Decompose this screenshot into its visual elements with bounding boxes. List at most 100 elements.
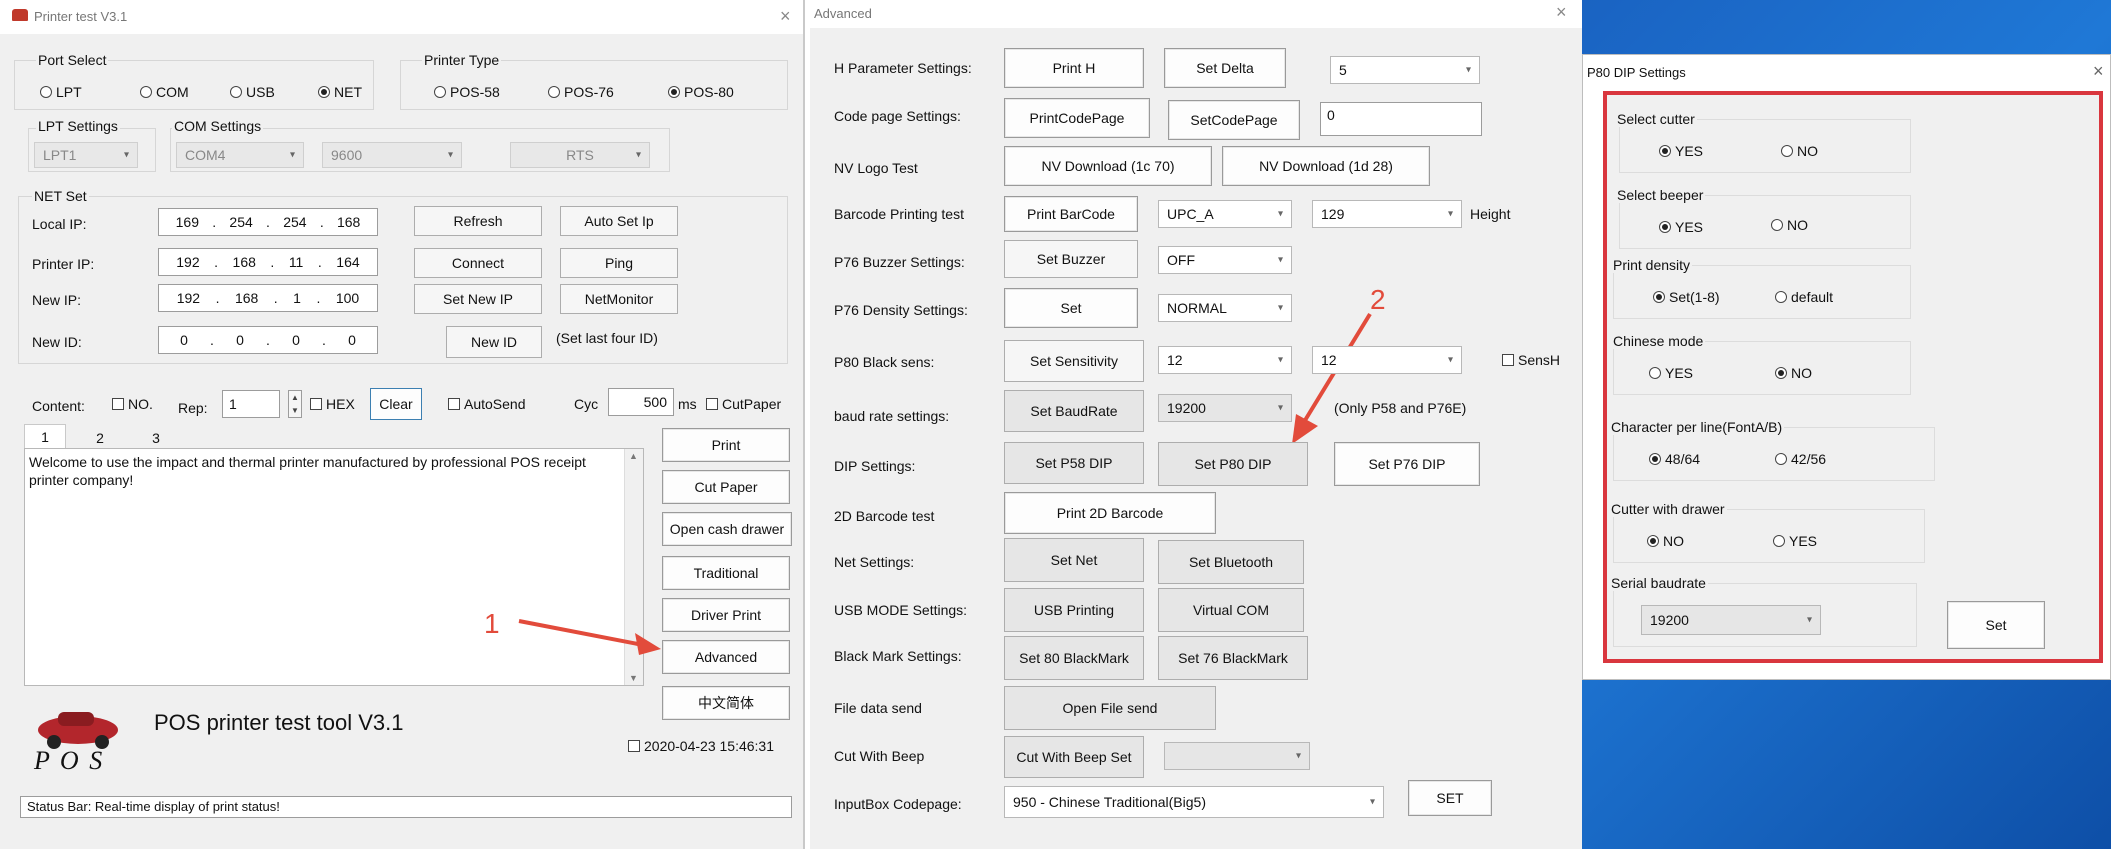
radio-pos58[interactable]: POS-58 (434, 84, 500, 100)
scroll-down-icon[interactable]: ▼ (629, 673, 638, 683)
ping-button[interactable]: Ping (560, 248, 678, 278)
clear-button[interactable]: Clear (370, 388, 422, 420)
cyc-input[interactable]: 500 (608, 388, 674, 416)
close-icon[interactable]: × (2093, 61, 2104, 82)
printer-ip-field[interactable]: 192. 168. 11. 164 (158, 248, 378, 276)
chevron-down-icon: ▾ (1277, 254, 1283, 266)
no-checkbox[interactable]: NO. (112, 396, 153, 412)
virtual-com-button[interactable]: Virtual COM (1158, 588, 1304, 632)
auto-set-ip-button[interactable]: Auto Set Ip (560, 206, 678, 236)
cutpaper-checkbox[interactable]: CutPaper (706, 396, 781, 412)
title-bar: Printer test V3.1 × (0, 0, 803, 34)
codepage-set-button[interactable]: SET (1408, 780, 1492, 816)
set-80-blackmark-button[interactable]: Set 80 BlackMark (1004, 636, 1144, 680)
set-net-button[interactable]: Set Net (1004, 538, 1144, 582)
set-buzzer-button[interactable]: Set Buzzer (1004, 240, 1138, 278)
open-file-send-button[interactable]: Open File send (1004, 686, 1216, 730)
close-icon[interactable]: × (780, 6, 791, 27)
com-flow-select[interactable]: RTS ▾ (510, 142, 650, 168)
nv-download-1c70-button[interactable]: NV Download (1c 70) (1004, 146, 1212, 186)
set-sensitivity-button[interactable]: Set Sensitivity (1004, 340, 1144, 382)
print-barcode-button[interactable]: Print BarCode (1004, 196, 1138, 232)
usb-printing-button[interactable]: USB Printing (1004, 588, 1144, 632)
car-icon (38, 712, 118, 749)
local-ip-field[interactable]: 169. 254. 254. 168 (158, 208, 378, 236)
cut-with-beep-set-button[interactable]: Cut With Beep Set (1004, 736, 1144, 778)
tab-2[interactable]: 2 (80, 428, 120, 448)
chevron-down-icon: ▾ (447, 149, 453, 161)
com-baud-select[interactable]: 9600 ▾ (322, 142, 462, 168)
set-new-ip-button[interactable]: Set New IP (414, 284, 542, 314)
traditional-button[interactable]: Traditional (662, 556, 790, 590)
checkbox-box (628, 740, 640, 752)
new-id-field[interactable]: 0.0.0.0 (158, 326, 378, 354)
set-baudrate-button[interactable]: Set BaudRate (1004, 390, 1144, 432)
net-settings-label: Net Settings: (834, 554, 915, 570)
radio-usb[interactable]: USB (230, 84, 275, 100)
set-p76-dip-button[interactable]: Set P76 DIP (1334, 442, 1480, 486)
connect-button[interactable]: Connect (414, 248, 542, 278)
inputbox-codepage-label: InputBox Codepage: (834, 796, 962, 812)
print-2d-barcode-button[interactable]: Print 2D Barcode (1004, 492, 1216, 534)
buzzer-select[interactable]: OFF ▾ (1158, 246, 1292, 274)
checkbox-box (310, 398, 322, 410)
set-density-button[interactable]: Set (1004, 288, 1138, 328)
title-bar: P80 DIP Settings × (1583, 55, 2110, 89)
port-select-title: Port Select (36, 52, 109, 68)
print-codepage-button[interactable]: PrintCodePage (1004, 98, 1150, 138)
sensh-checkbox[interactable]: SensH (1502, 352, 1560, 368)
com-port-select[interactable]: COM4 ▾ (176, 142, 304, 168)
net-monitor-button[interactable]: NetMonitor (560, 284, 678, 314)
new-ip-field[interactable]: 192. 168. 1. 100 (158, 284, 378, 312)
buzzer-label: P76 Buzzer Settings: (834, 254, 965, 270)
delta-select[interactable]: 5 ▾ (1330, 56, 1480, 84)
usb-mode-label: USB MODE Settings: (834, 602, 968, 618)
refresh-button[interactable]: Refresh (414, 206, 542, 236)
new-id-button[interactable]: New ID (446, 326, 542, 358)
scroll-up-icon[interactable]: ▲ (629, 451, 638, 461)
datetime-checkbox[interactable]: 2020-04-23 15:46:31 (628, 738, 774, 754)
chevron-down-icon: ▾ (1465, 64, 1471, 76)
codepage-input[interactable]: 0 (1320, 102, 1482, 136)
inputbox-codepage-select[interactable]: 950 - Chinese Traditional(Big5) ▾ (1004, 786, 1384, 818)
barcode-height-select[interactable]: 129 ▾ (1312, 200, 1462, 228)
radio-com[interactable]: COM (140, 84, 189, 100)
set-p58-dip-button[interactable]: Set P58 DIP (1004, 442, 1144, 484)
barcode-type-select[interactable]: UPC_A ▾ (1158, 200, 1292, 228)
nv-download-1d28-button[interactable]: NV Download (1d 28) (1222, 146, 1430, 186)
open-cash-drawer-button[interactable]: Open cash drawer (662, 512, 792, 546)
set-bluetooth-button[interactable]: Set Bluetooth (1158, 540, 1304, 584)
hex-checkbox[interactable]: HEX (310, 396, 355, 412)
chevron-down-icon: ▾ (1369, 796, 1375, 808)
radio-lpt[interactable]: LPT (40, 84, 82, 100)
print-button[interactable]: Print (662, 428, 790, 462)
printer-app-icon (12, 9, 28, 21)
set-delta-button[interactable]: Set Delta (1164, 48, 1286, 88)
cut-beep-select[interactable]: ▾ (1164, 742, 1310, 770)
sensitivity-select-2[interactable]: 12 ▾ (1312, 346, 1462, 374)
cut-paper-button[interactable]: Cut Paper (662, 470, 790, 504)
rep-input[interactable]: 1 (222, 390, 280, 418)
radio-circle-selected (668, 86, 680, 98)
set-p80-dip-button[interactable]: Set P80 DIP (1158, 442, 1308, 486)
annotation-arrow-icon (1292, 312, 1372, 444)
radio-net[interactable]: NET (318, 84, 362, 100)
simplified-chinese-button[interactable]: 中文简体 (662, 686, 790, 720)
radio-circle (230, 86, 242, 98)
lpt-select[interactable]: LPT1 ▾ (34, 142, 138, 168)
radio-pos80[interactable]: POS-80 (668, 84, 734, 100)
density-select[interactable]: NORMAL ▾ (1158, 294, 1292, 322)
sensitivity-select-1[interactable]: 12 ▾ (1158, 346, 1292, 374)
radio-pos76[interactable]: POS-76 (548, 84, 614, 100)
autosend-checkbox[interactable]: AutoSend (448, 396, 526, 412)
baudrate-select[interactable]: 19200 ▾ (1158, 394, 1292, 422)
close-icon[interactable]: × (1556, 2, 1567, 23)
set-codepage-button[interactable]: SetCodePage (1168, 100, 1300, 140)
print-h-button[interactable]: Print H (1004, 48, 1144, 88)
set-76-blackmark-button[interactable]: Set 76 BlackMark (1158, 636, 1308, 680)
advanced-button[interactable]: Advanced (662, 640, 790, 674)
tab-3[interactable]: 3 (136, 428, 176, 448)
rep-spinner-icon[interactable]: ▲ ▼ (288, 390, 302, 418)
tab-1[interactable]: 1 (24, 424, 66, 448)
driver-print-button[interactable]: Driver Print (662, 598, 790, 632)
